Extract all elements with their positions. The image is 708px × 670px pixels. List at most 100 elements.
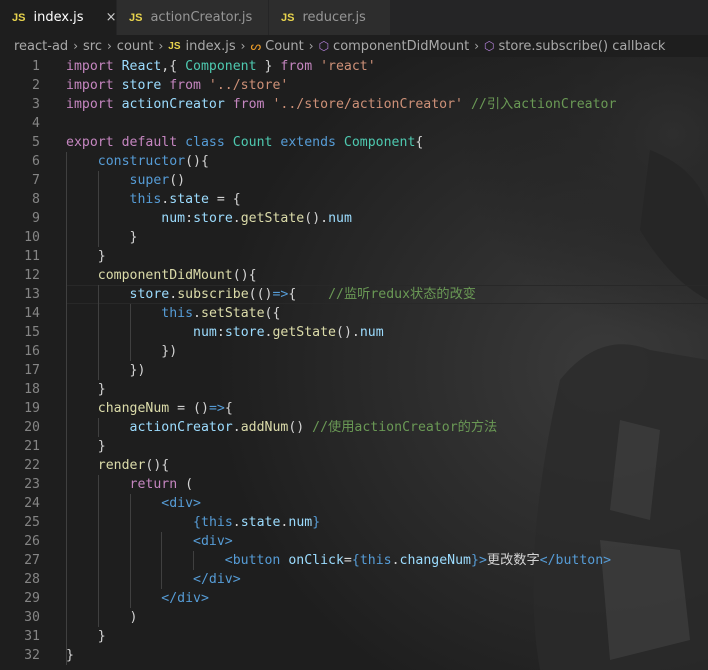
indent-guide <box>161 532 163 589</box>
code-text: } <box>66 646 74 665</box>
code-line[interactable]: 18 } <box>0 380 708 399</box>
code-line[interactable]: 30 ) <box>0 608 708 627</box>
tab-label: actionCreator.js <box>150 10 253 25</box>
breadcrumb-item[interactable]: Count <box>265 39 304 54</box>
code-editor[interactable]: 1 import React,{ Component } from 'react'… <box>0 57 708 670</box>
code-line[interactable]: 7 super() <box>0 171 708 190</box>
code-token: }) <box>66 344 178 359</box>
code-token: store <box>129 287 170 302</box>
code-line[interactable]: 6 constructor(){ <box>0 152 708 171</box>
close-icon[interactable]: × <box>106 10 117 25</box>
code-line[interactable]: 12 componentDidMount(){ <box>0 266 708 285</box>
code-text: actionCreator.addNum() //使用actionCreator… <box>66 418 498 437</box>
code-text: componentDidMount(){ <box>66 266 257 285</box>
code-line[interactable]: 10 } <box>0 228 708 247</box>
code-text: store.subscribe(()=>{ //监听redux状态的改变 <box>66 285 476 304</box>
code-line[interactable]: 31 } <box>0 627 708 646</box>
line-number: 5 <box>32 135 40 150</box>
code-text: return ( <box>66 475 194 494</box>
code-token: num <box>161 211 186 226</box>
code-token: </div> <box>161 591 209 606</box>
tab-reducer-js[interactable]: JS reducer.js <box>269 0 391 35</box>
code-token: 'react' <box>320 59 376 74</box>
code-line[interactable]: 32} <box>0 646 708 665</box>
code-token: } <box>66 382 106 397</box>
code-token: }) <box>66 363 146 378</box>
indent-guide <box>129 304 131 361</box>
code-token: from <box>280 59 321 74</box>
tab-actioncreator-js[interactable]: JS actionCreator.js <box>117 0 269 35</box>
code-token: actionCreator <box>121 97 233 112</box>
code-line[interactable]: 5 export default class Count extends Comp… <box>0 133 708 152</box>
code-token: '../store' <box>208 78 289 93</box>
line-number: 1 <box>32 59 40 74</box>
code-line[interactable]: 8 this.state = { <box>0 190 708 209</box>
line-number: 16 <box>24 344 40 359</box>
code-token: store <box>121 78 170 93</box>
breadcrumb-item[interactable]: src <box>83 39 102 54</box>
line-number: 9 <box>32 211 40 226</box>
code-line[interactable]: 24 <div> <box>0 494 708 513</box>
code-token: (){ <box>185 154 209 169</box>
code-line[interactable]: 19 changeNum = ()=>{ <box>0 399 708 418</box>
code-text: <button onClick={this.changeNum}>更改数字</b… <box>66 551 611 570</box>
code-token: default <box>121 135 186 150</box>
code-line[interactable]: 1 import React,{ Component } from 'react' <box>0 57 708 76</box>
breadcrumb-item[interactable]: react-ad <box>14 39 68 54</box>
code-line[interactable]: 11 } <box>0 247 708 266</box>
code-token: num <box>288 515 313 530</box>
code-text: {this.state.num} <box>66 513 320 532</box>
code-token: 更改数字 <box>486 553 540 568</box>
code-token: : <box>216 325 225 340</box>
code-token: //监听redux状态的改变 <box>328 287 476 302</box>
code-token: . <box>193 306 201 321</box>
code-line[interactable]: 21 } <box>0 437 708 456</box>
code-token: Component <box>185 59 257 74</box>
breadcrumb-item[interactable]: componentDidMount <box>333 39 469 54</box>
code-token: getState <box>240 211 305 226</box>
code-token: => <box>208 401 225 416</box>
code-line[interactable]: 2 import store from '../store' <box>0 76 708 95</box>
code-token: ,{ <box>161 59 186 74</box>
code-line[interactable]: 23 return ( <box>0 475 708 494</box>
code-token: <div> <box>193 534 233 549</box>
chevron-right-icon: › <box>73 39 78 53</box>
code-line[interactable]: 4 <box>0 114 708 133</box>
code-line[interactable]: 25 {this.state.num} <box>0 513 708 532</box>
indent-guide <box>97 418 99 437</box>
tab-index-js[interactable]: JS index.js × <box>0 0 117 35</box>
code-token: } <box>66 629 106 644</box>
code-line[interactable]: 20 actionCreator.addNum() //使用actionCrea… <box>0 418 708 437</box>
code-token: import <box>66 97 122 112</box>
code-token: constructor <box>97 154 186 169</box>
code-line[interactable]: 14 this.setState({ <box>0 304 708 323</box>
code-token: { <box>415 135 424 150</box>
code-line[interactable]: 27 <button onClick={this.changeNum}>更改数字… <box>0 551 708 570</box>
line-number: 10 <box>24 230 40 245</box>
code-line[interactable]: 9 num:store.getState().num <box>0 209 708 228</box>
breadcrumb-item[interactable]: count <box>117 39 154 54</box>
code-line[interactable]: 13 store.subscribe(()=>{ //监听redux状态的改变 <box>0 285 708 304</box>
code-token: (){ <box>232 268 257 283</box>
line-number: 26 <box>24 534 40 549</box>
code-line[interactable]: 28 </div> <box>0 570 708 589</box>
code-line[interactable]: 26 <div> <box>0 532 708 551</box>
code-text: import store from '../store' <box>66 76 288 95</box>
code-token: (). <box>336 325 360 340</box>
code-line[interactable]: 17 }) <box>0 361 708 380</box>
breadcrumb-item[interactable]: store.subscribe() callback <box>499 39 666 54</box>
code-line[interactable]: 15 num:store.getState().num <box>0 323 708 342</box>
code-token: . <box>232 515 241 530</box>
code-token: () <box>169 173 186 188</box>
code-line[interactable]: 29 </div> <box>0 589 708 608</box>
breadcrumb-item[interactable]: index.js <box>186 39 236 54</box>
code-line[interactable]: 22 render(){ <box>0 456 708 475</box>
line-number: 27 <box>24 553 40 568</box>
code-line[interactable]: 16 }) <box>0 342 708 361</box>
line-number: 11 <box>24 249 40 264</box>
code-text: this.state = { <box>66 190 241 209</box>
code-token: extends <box>280 135 344 150</box>
code-line[interactable]: 3 import actionCreator from '../store/act… <box>0 95 708 114</box>
